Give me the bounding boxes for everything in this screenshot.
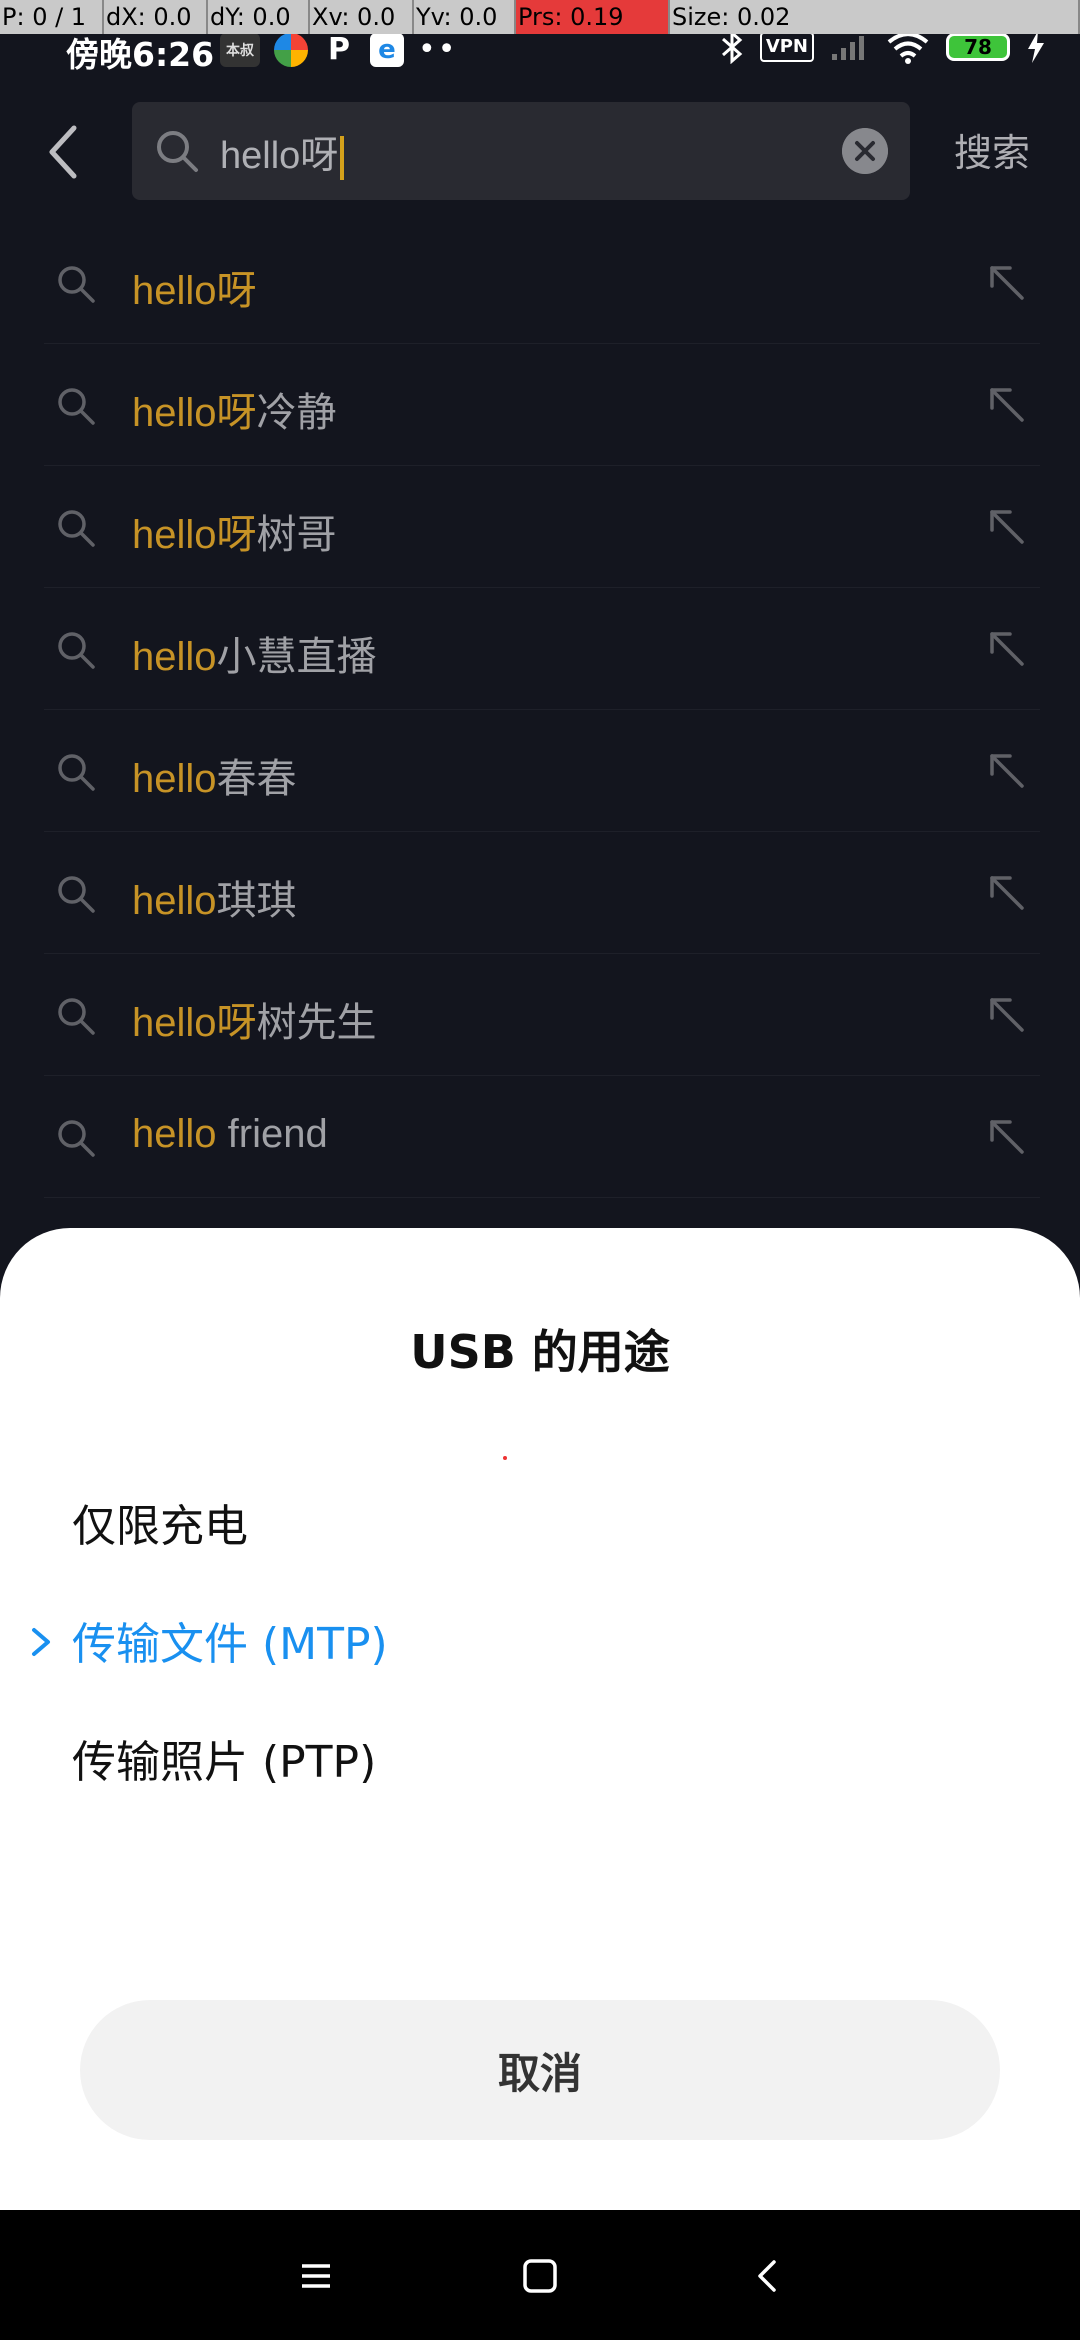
usb-purpose-dialog: USB 的用途 仅限充电 传输文件 (MTP) 传输照片 (PTP) 取消	[0, 1228, 1080, 2210]
browser-app-icon: e	[370, 32, 404, 67]
dialog-title: USB 的用途	[410, 1325, 670, 1379]
back-chevron-icon[interactable]	[746, 2254, 790, 2298]
home-icon[interactable]	[518, 2254, 562, 2298]
pointer-debug-bar: P: 0 / 1 dX: 0.0 dY: 0.0 Xv: 0.0 Yv: 0.0…	[0, 0, 1080, 34]
debug-pressure: Prs: 0.19	[516, 0, 670, 34]
option-label: 传输文件 (MTP)	[72, 1619, 388, 1670]
more-notifications-icon: ••	[418, 32, 458, 67]
app-notification-icon: 本叔	[220, 32, 260, 67]
debug-dx: dX: 0.0	[104, 0, 208, 34]
debug-xv: Xv: 0.0	[310, 0, 414, 34]
status-time: 傍晚6:26	[66, 35, 215, 74]
system-icons: VPN 78	[720, 30, 1046, 64]
notification-icons: 本叔 P e ••	[220, 32, 457, 67]
debug-size: Size: 0.02	[670, 0, 1080, 34]
system-navigation-bar	[0, 2210, 1080, 2340]
menu-icon[interactable]	[294, 2254, 338, 2298]
option-label: 传输照片 (PTP)	[72, 1737, 377, 1788]
chevron-right-icon	[32, 1628, 50, 1656]
option-label: 仅限充电	[72, 1501, 248, 1552]
bluetooth-icon	[721, 30, 743, 64]
debug-yv: Yv: 0.0	[414, 0, 516, 34]
option-transfer-photos[interactable]: 传输照片 (PTP)	[0, 1680, 1080, 1830]
cancel-button[interactable]: 取消	[80, 2000, 1000, 2140]
signal-icon	[832, 36, 864, 60]
vpn-icon: VPN	[759, 32, 814, 62]
debug-dy: dY: 0.0	[208, 0, 310, 34]
charging-icon	[1028, 31, 1044, 63]
app-screen: P: 0 / 1 dX: 0.0 dY: 0.0 Xv: 0.0 Yv: 0.0…	[0, 0, 1080, 2340]
p-app-icon: P	[328, 32, 350, 67]
wifi-icon	[887, 32, 929, 64]
battery-icon: 78	[946, 33, 1010, 61]
colorful-app-icon	[274, 32, 308, 67]
debug-pointer-count: P: 0 / 1	[0, 0, 104, 34]
